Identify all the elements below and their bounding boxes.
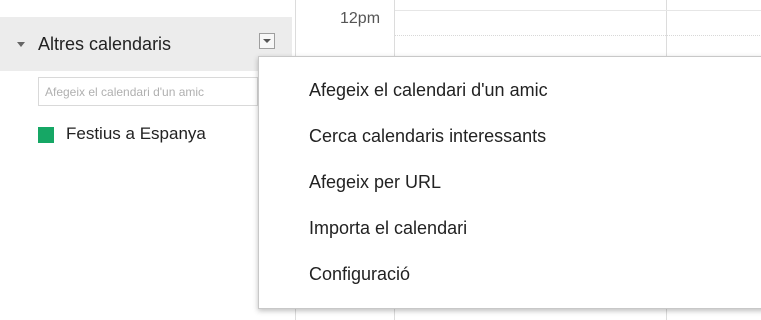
other-calendars-title[interactable]: Altres calendaris — [38, 34, 171, 55]
other-calendars-menu: Afegeix el calendari d'un amic Cerca cal… — [258, 56, 761, 309]
add-friend-calendar-input[interactable] — [38, 77, 258, 106]
menu-item-add-by-url[interactable]: Afegeix per URL — [309, 172, 441, 193]
grid-hour-line — [395, 10, 761, 11]
calendar-color-swatch[interactable] — [38, 127, 54, 143]
menu-item-import-calendar[interactable]: Importa el calendari — [309, 218, 467, 239]
calendar-item-label[interactable]: Festius a Espanya — [66, 124, 206, 144]
menu-item-settings[interactable]: Configuració — [309, 264, 410, 285]
collapse-caret-icon[interactable] — [17, 42, 25, 47]
other-calendars-dropdown-button[interactable] — [259, 33, 275, 49]
grid-half-hour-line — [395, 35, 761, 36]
chevron-down-icon — [263, 39, 271, 43]
menu-item-browse-interesting-calendars[interactable]: Cerca calendaris interessants — [309, 126, 546, 147]
time-label-12pm: 12pm — [340, 10, 381, 27]
menu-item-add-friend-calendar[interactable]: Afegeix el calendari d'un amic — [309, 80, 548, 101]
